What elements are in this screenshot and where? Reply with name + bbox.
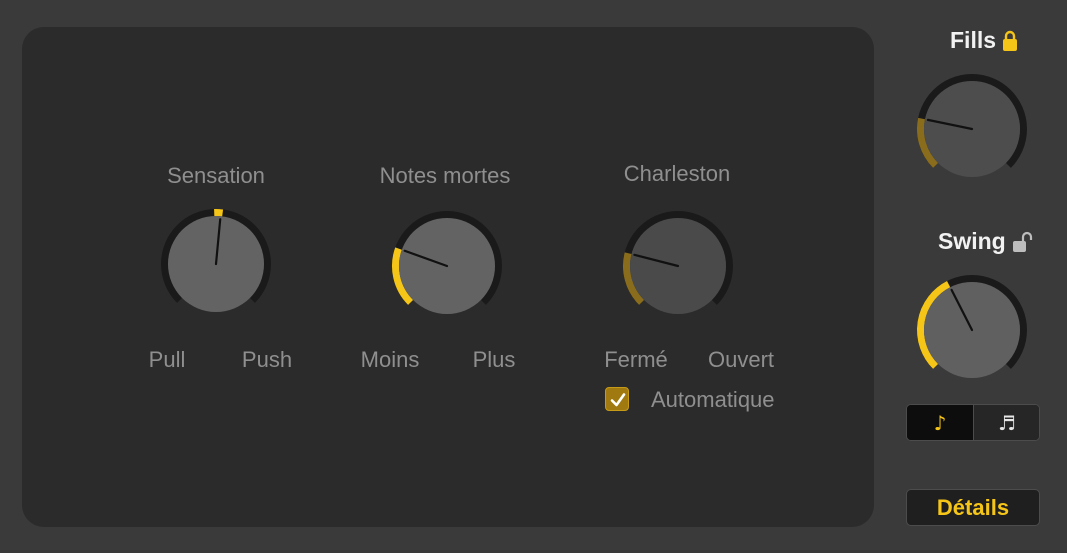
- charleston-knob[interactable]: [618, 206, 738, 326]
- sensation-min-label: Pull: [148, 347, 186, 372]
- lock-open-icon[interactable]: [1012, 231, 1036, 253]
- automatique-checkbox[interactable]: [605, 387, 629, 411]
- checkmark-icon: [610, 393, 626, 407]
- charleston-title: Charleston: [623, 161, 731, 186]
- details-button[interactable]: Détails: [906, 489, 1040, 526]
- notes-mortes-min-label: Moins: [360, 347, 420, 372]
- charleston-min-label: Fermé: [604, 347, 668, 372]
- notes-mortes-title: Notes mortes: [379, 163, 511, 188]
- sensation-knob[interactable]: [156, 204, 276, 324]
- sixteenth-note-button[interactable]: ♬: [974, 405, 1039, 440]
- automatique-label: Automatique: [651, 387, 775, 412]
- notes-mortes-max-label: Plus: [472, 347, 516, 372]
- note-value-segmented-control: ♪ ♬: [906, 404, 1040, 441]
- swing-knob[interactable]: [912, 270, 1032, 390]
- fills-knob[interactable]: [912, 69, 1032, 189]
- eighth-note-icon: ♪: [933, 410, 947, 435]
- lock-closed-icon[interactable]: [1002, 30, 1018, 52]
- charleston-max-label: Ouvert: [707, 347, 775, 372]
- sixteenth-note-icon: ♬: [998, 410, 1016, 435]
- sensation-title: Sensation: [167, 163, 265, 188]
- sensation-max-label: Push: [241, 347, 293, 372]
- swing-title: Swing: [938, 228, 1036, 255]
- notes-mortes-knob[interactable]: [387, 206, 507, 326]
- fills-title: Fills: [950, 27, 1018, 54]
- eighth-note-button[interactable]: ♪: [907, 405, 973, 440]
- swing-label: Swing: [938, 228, 1006, 254]
- fills-label: Fills: [950, 27, 997, 53]
